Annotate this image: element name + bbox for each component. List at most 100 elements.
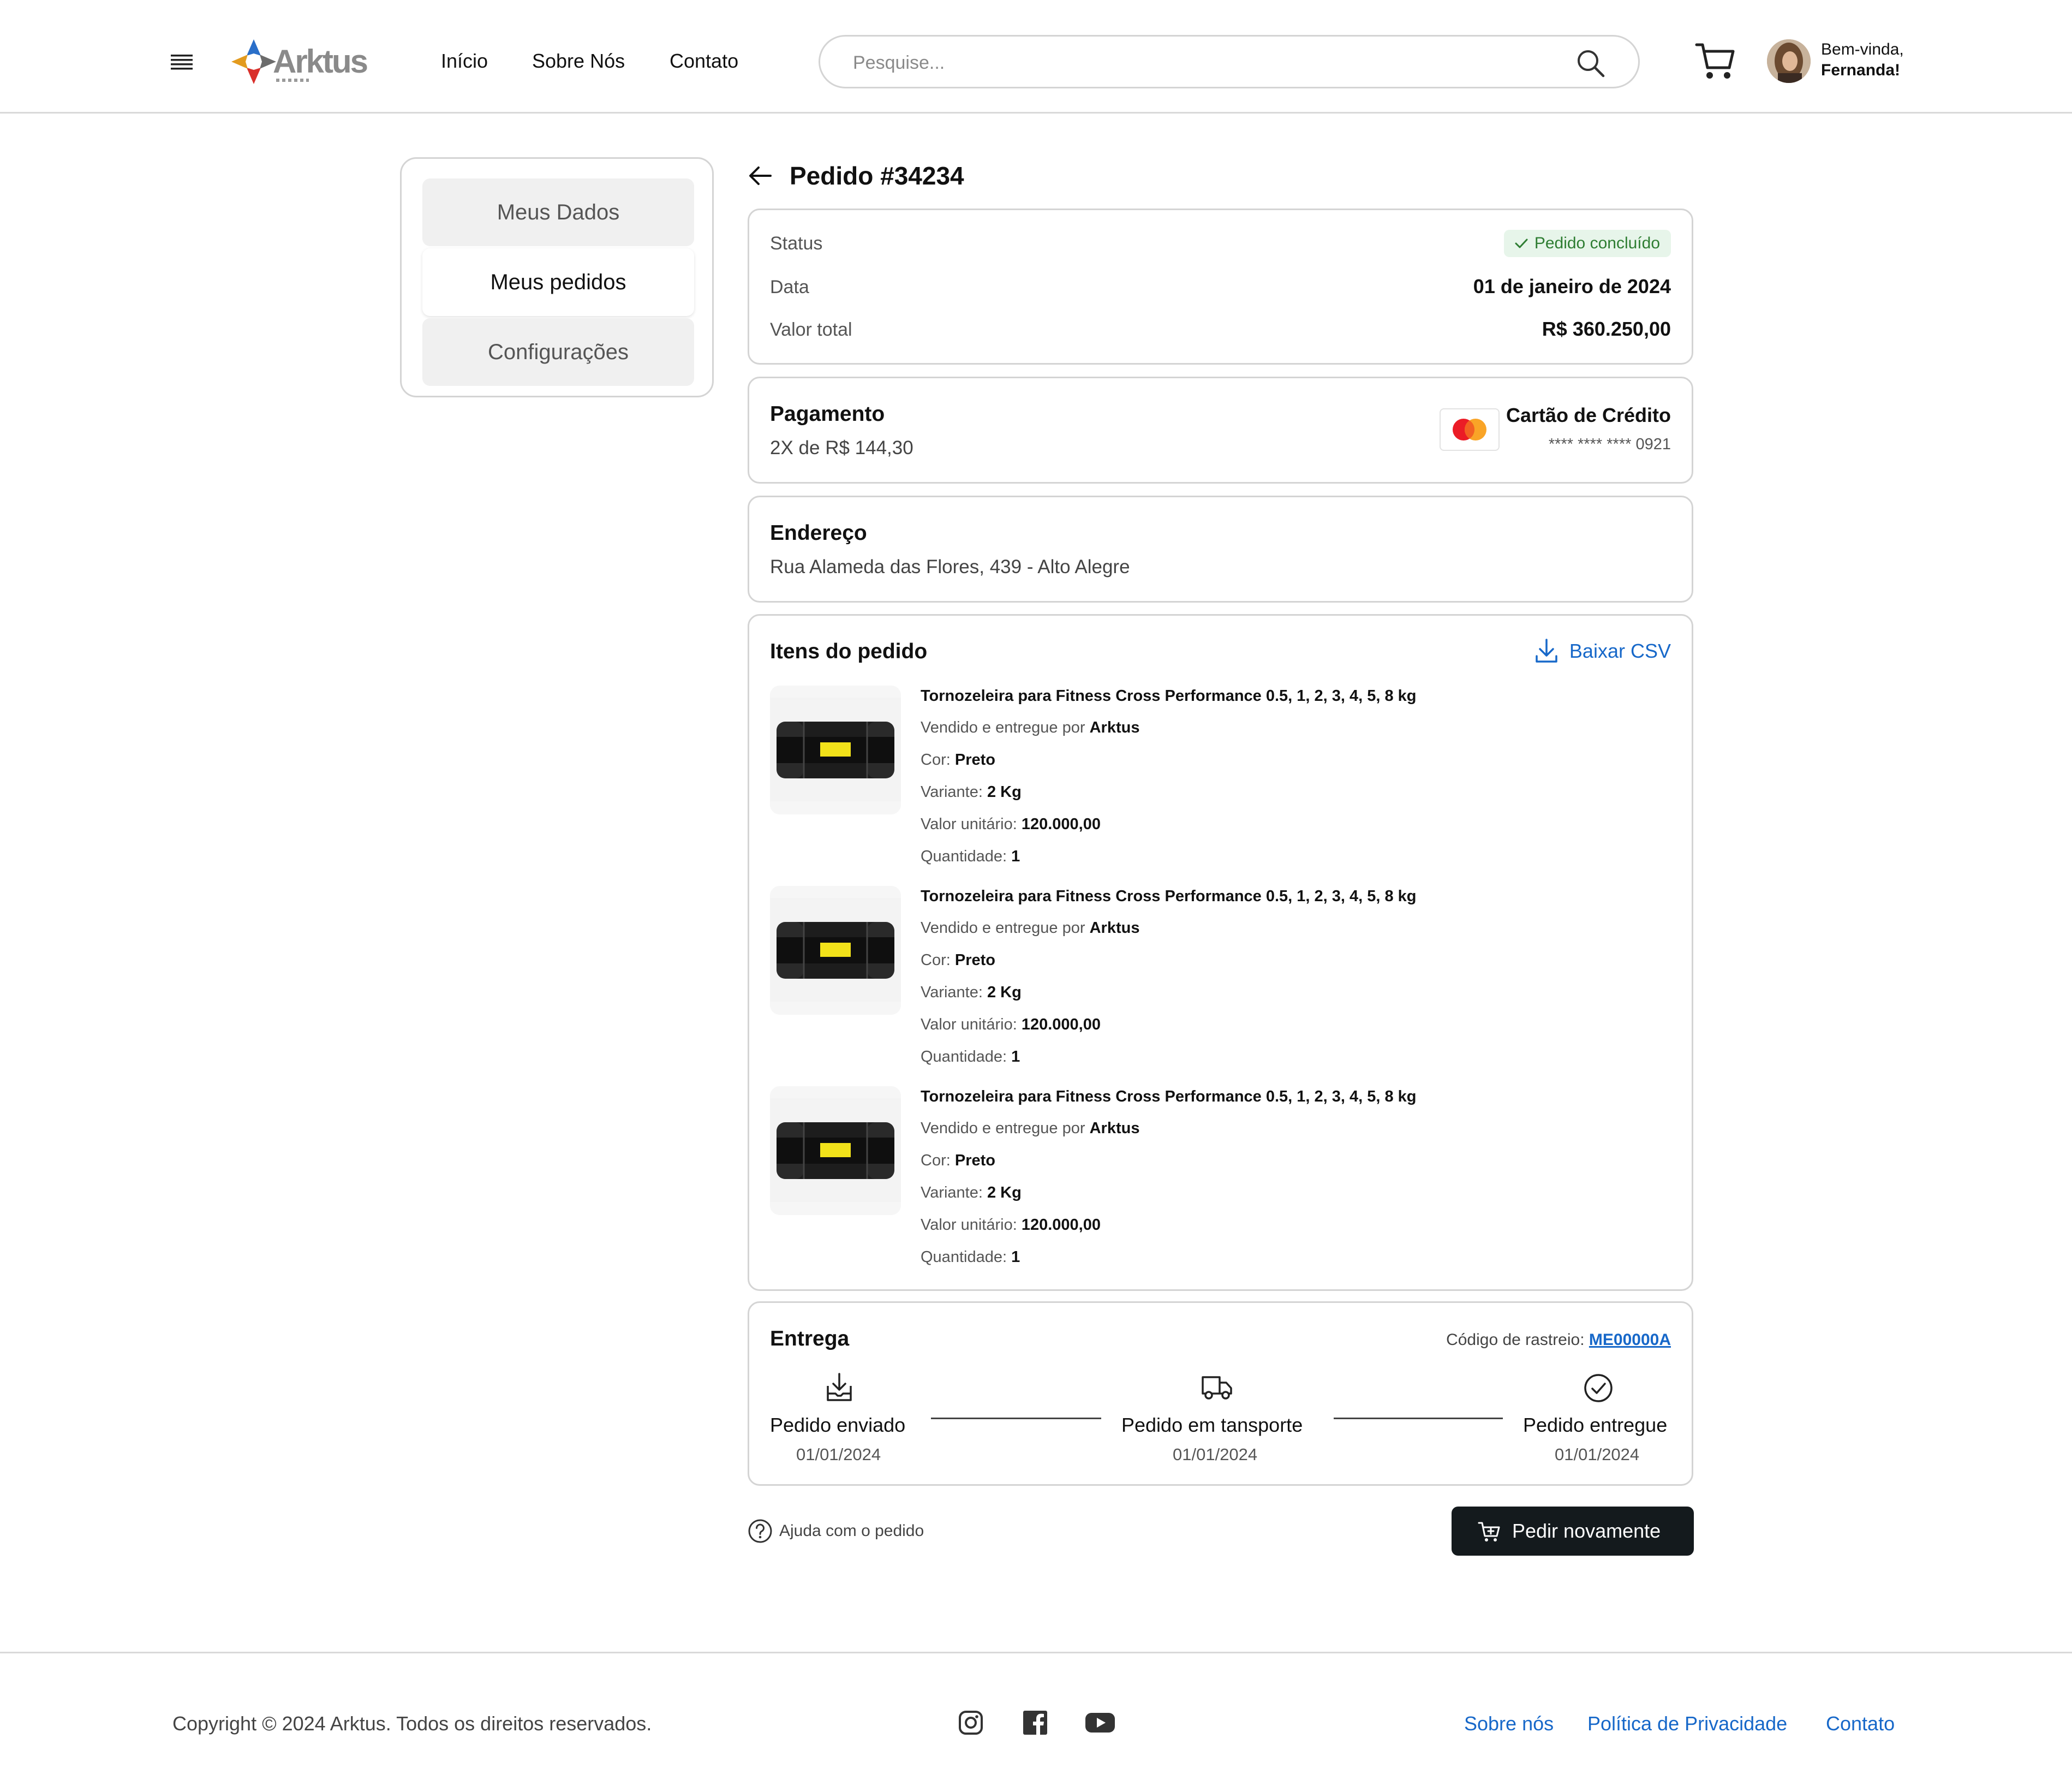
variant-label: Variante: — [921, 984, 983, 1001]
step-delivered-label: Pedido entregue — [1523, 1414, 1668, 1436]
nav-inicio[interactable]: Início — [441, 49, 488, 73]
unit-price-value: 120.000,00 — [1021, 815, 1101, 833]
help-icon — [748, 1519, 772, 1543]
footer-link-politica-privacidade[interactable]: Política de Privacidade — [1587, 1712, 1787, 1736]
copyright: Copyright © 2024 Arktus. Todos os direit… — [172, 1712, 652, 1735]
date-label: Data — [770, 277, 809, 297]
list-item: Tornozeleira para Fitness Cross Performa… — [749, 1086, 1692, 1272]
menu-icon[interactable] — [171, 53, 193, 72]
color-label: Cor: — [921, 751, 951, 769]
quantity-value: 1 — [1011, 1048, 1020, 1065]
address-title: Endereço — [770, 521, 867, 545]
item-seller: Vendido e entregue por Arktus — [921, 1118, 1139, 1139]
page-title: Pedido #34234 — [790, 162, 964, 190]
sidebar-item-meus-pedidos[interactable]: Meus pedidos — [422, 248, 694, 316]
payment-method: Cartão de Crédito — [1506, 404, 1671, 426]
item-unit-price: Valor unitário: 120.000,00 — [921, 1014, 1101, 1035]
download-icon — [1536, 639, 1557, 663]
quantity-value: 1 — [1011, 848, 1020, 865]
item-quantity: Quantidade: 1 — [921, 1046, 1020, 1067]
item-name[interactable]: Tornozeleira para Fitness Cross Performa… — [921, 886, 1417, 907]
tracking-code-link[interactable]: ME00000A — [1589, 1331, 1671, 1349]
item-quantity: Quantidade: 1 — [921, 846, 1020, 867]
sold-by-label: Vendido e entregue por — [921, 719, 1085, 736]
footer-link-contato[interactable]: Contato — [1826, 1712, 1895, 1736]
status-value: Pedido concluído — [1534, 234, 1660, 252]
status-label: Status — [770, 233, 823, 254]
item-color: Cor: Preto — [921, 749, 995, 770]
payment-installments: 2X de R$ 144,30 — [770, 437, 913, 459]
sidebar-item-meus-dados[interactable]: Meus Dados — [422, 178, 694, 246]
progress-line-2 — [1334, 1418, 1503, 1419]
quantity-value: 1 — [1011, 1248, 1020, 1266]
item-unit-price: Valor unitário: 120.000,00 — [921, 814, 1101, 835]
search-icon[interactable] — [1576, 49, 1605, 78]
download-csv-button[interactable]: Baixar CSV — [1533, 638, 1671, 665]
truck-icon — [1202, 1376, 1232, 1400]
delivery-title: Entrega — [770, 1327, 850, 1350]
unit-price-value: 120.000,00 — [1021, 1216, 1101, 1234]
item-color: Cor: Preto — [921, 950, 995, 971]
item-variant: Variante: 2 Kg — [921, 1182, 1022, 1203]
greeting-line-1: Bem-vinda, — [1821, 40, 1904, 58]
product-image[interactable] — [770, 886, 901, 1015]
step-delivered-date: 01/01/2024 — [1555, 1445, 1640, 1464]
color-label: Cor: — [921, 1152, 951, 1169]
step-sent-label: Pedido enviado — [770, 1414, 906, 1436]
seller-value: Arktus — [1089, 1120, 1140, 1137]
product-image[interactable] — [770, 686, 901, 814]
unit-price-label: Valor unitário: — [921, 1216, 1017, 1234]
reorder-label: Pedir novamente — [1512, 1520, 1661, 1542]
cart-icon[interactable] — [1694, 40, 1736, 82]
avatar[interactable] — [1767, 39, 1811, 83]
order-summary-card: Status Pedido concluído Data 01 de janei… — [748, 209, 1693, 365]
item-name[interactable]: Tornozeleira para Fitness Cross Performa… — [921, 1086, 1417, 1107]
list-item: Tornozeleira para Fitness Cross Performa… — [749, 886, 1692, 1071]
item-seller: Vendido e entregue por Arktus — [921, 918, 1139, 938]
seller-value: Arktus — [1089, 719, 1140, 736]
download-csv-label: Baixar CSV — [1569, 640, 1671, 662]
quantity-label: Quantidade: — [921, 1048, 1007, 1065]
payment-card: Pagamento 2X de R$ 144,30 Cartão de Créd… — [748, 377, 1693, 484]
nav-sobre-nos[interactable]: Sobre Nós — [532, 49, 625, 73]
sold-by-label: Vendido e entregue por — [921, 919, 1085, 937]
tracking-label: Código de rastreio: — [1446, 1331, 1585, 1349]
item-name[interactable]: Tornozeleira para Fitness Cross Performa… — [921, 686, 1417, 706]
brand-name: Arktus — [273, 43, 368, 80]
unit-price-label: Valor unitário: — [921, 1016, 1017, 1033]
instagram-icon[interactable] — [958, 1710, 984, 1736]
quantity-label: Quantidade: — [921, 848, 1007, 865]
variant-value: 2 Kg — [987, 984, 1022, 1001]
color-value: Preto — [954, 1152, 995, 1169]
product-image[interactable] — [770, 1086, 901, 1215]
sold-by-label: Vendido e entregue por — [921, 1120, 1085, 1137]
step-transport-date: 01/01/2024 — [1173, 1445, 1258, 1464]
back-arrow-icon[interactable] — [748, 165, 773, 187]
top-header: Arktus Início Sobre Nós Contato Bem-vind… — [0, 0, 2072, 114]
item-seller: Vendido e entregue por Arktus — [921, 717, 1139, 738]
brand-logo[interactable]: Arktus — [229, 37, 371, 86]
facebook-icon[interactable] — [1022, 1710, 1048, 1736]
footer-link-sobre-nos[interactable]: Sobre nós — [1464, 1712, 1554, 1736]
total-value: R$ 360.250,00 — [1542, 318, 1671, 340]
unit-price-value: 120.000,00 — [1021, 1016, 1101, 1033]
list-item: Tornozeleira para Fitness Cross Performa… — [749, 686, 1692, 871]
address-value: Rua Alameda das Flores, 439 - Alto Alegr… — [770, 556, 1130, 578]
search-input[interactable] — [852, 47, 1563, 78]
nav-contato[interactable]: Contato — [670, 49, 738, 73]
progress-line-1 — [931, 1418, 1101, 1419]
color-value: Preto — [954, 751, 995, 769]
variant-value: 2 Kg — [987, 783, 1022, 801]
youtube-icon[interactable] — [1085, 1712, 1115, 1734]
sidebar-item-configuracoes[interactable]: Configurações — [422, 318, 694, 386]
unit-price-label: Valor unitário: — [921, 815, 1017, 833]
variant-label: Variante: — [921, 1184, 983, 1201]
address-card: Endereço Rua Alameda das Flores, 439 - A… — [748, 496, 1693, 603]
mastercard-icon — [1440, 408, 1500, 451]
check-icon — [1515, 239, 1528, 248]
package-sent-icon — [827, 1373, 852, 1401]
reorder-button[interactable]: Pedir novamente — [1452, 1507, 1694, 1556]
date-value: 01 de janeiro de 2024 — [1473, 275, 1671, 297]
logo-mark-icon — [231, 39, 276, 84]
account-sidebar: Meus Dados Meus pedidos Configurações — [400, 157, 714, 397]
